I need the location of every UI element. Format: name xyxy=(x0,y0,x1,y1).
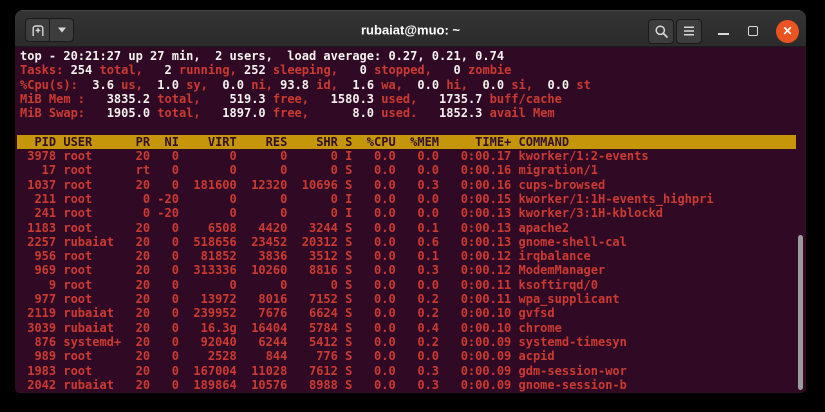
window-title: rubaiat@muo: ~ xyxy=(361,22,460,38)
process-row: 1183 root 20 0 6508 4420 3244 S 0.0 0.1 … xyxy=(20,220,570,235)
process-row: 9 root 20 0 0 0 0 S 0.0 0.0 0:00.11 ksof… xyxy=(20,277,598,292)
process-row: 956 root 20 0 81852 3836 3512 S 0.0 0.1 … xyxy=(20,249,591,264)
new-tab-button[interactable] xyxy=(25,18,50,42)
process-row: 1037 root 20 0 181600 12320 10696 S 0.0 … xyxy=(20,177,606,192)
hamburger-menu-icon xyxy=(683,26,695,36)
terminal-screen[interactable]: top - 20:21:27 up 27 min, 2 users, load … xyxy=(15,47,806,393)
window-controls: ✕ xyxy=(648,10,799,47)
summary-line: top - 20:21:27 up 27 min, 2 users, load … xyxy=(20,49,505,63)
process-row: 977 root 20 0 13972 8016 7152 S 0.0 0.2 … xyxy=(20,292,620,307)
menu-button[interactable] xyxy=(676,18,702,44)
process-row: 969 root 20 0 313336 10260 8816 S 0.0 0.… xyxy=(20,263,606,278)
summary-line: MiB Mem : 3835.2 total, 519.3 free, 1580… xyxy=(20,91,562,106)
scrollbar-thumb[interactable] xyxy=(798,235,803,390)
process-row: 3039 rubaiat 20 0 16.3g 16404 5784 S 0.0… xyxy=(20,320,562,335)
new-tab-icon xyxy=(31,24,45,37)
summary-line: Tasks: 254 total, 2 running, 252 sleepin… xyxy=(20,63,512,78)
chevron-down-icon xyxy=(57,26,67,34)
top-summary: top - 20:21:27 up 27 min, 2 users, load … xyxy=(20,49,806,120)
terminal-window: rubaiat@muo: ~ ✕ top - 20:21:27 up 27 mi… xyxy=(15,10,806,393)
process-row: 2257 rubaiat 20 0 518656 23452 20312 S 0… xyxy=(20,234,627,249)
process-row: 3978 root 20 0 0 0 0 I 0.0 0.0 0:00.17 k… xyxy=(20,149,649,164)
close-button[interactable]: ✕ xyxy=(776,19,799,43)
process-row: 241 root 0 -20 0 0 0 I 0.0 0.0 0:00.13 k… xyxy=(20,206,663,221)
process-row: 876 systemd+ 20 0 92040 6244 5412 S 0.0 … xyxy=(20,334,627,349)
process-row: 989 root 20 0 2528 844 776 S 0.0 0.0 0:0… xyxy=(20,349,555,364)
process-row: 2042 rubaiat 20 0 189864 10576 8988 S 0.… xyxy=(20,377,627,392)
new-tab-button-group xyxy=(25,18,74,42)
process-table-header: PID USER PR NI VIRT RES SHR S %CPU %MEM … xyxy=(17,134,796,150)
process-rows: 3978 root 20 0 0 0 0 I 0.0 0.0 0:00.17 k… xyxy=(20,149,806,392)
titlebar[interactable]: rubaiat@muo: ~ ✕ xyxy=(15,10,806,47)
search-button[interactable] xyxy=(648,18,674,44)
process-row: 1983 root 20 0 167004 11028 7612 S 0.0 0… xyxy=(20,363,627,378)
process-row: 211 root 0 -20 0 0 0 I 0.0 0.0 0:00.15 k… xyxy=(20,191,714,206)
process-row: 2119 rubaiat 20 0 239952 7676 6624 S 0.0… xyxy=(20,306,555,321)
minimize-button[interactable] xyxy=(714,19,732,44)
maximize-icon xyxy=(748,26,758,36)
summary-line: MiB Swap: 1905.0 total, 1897.0 free, 8.0… xyxy=(20,106,555,121)
tab-dropdown-button[interactable] xyxy=(49,18,74,42)
maximize-button[interactable] xyxy=(744,19,762,44)
summary-line: %Cpu(s): 3.6 us, 1.0 sy, 0.0 ni, 93.8 id… xyxy=(20,77,591,92)
process-row: 17 root rt 0 0 0 0 S 0.0 0.0 0:00.16 mig… xyxy=(20,163,598,178)
search-icon xyxy=(654,24,669,39)
minimize-icon xyxy=(717,33,729,35)
close-icon: ✕ xyxy=(782,24,793,38)
